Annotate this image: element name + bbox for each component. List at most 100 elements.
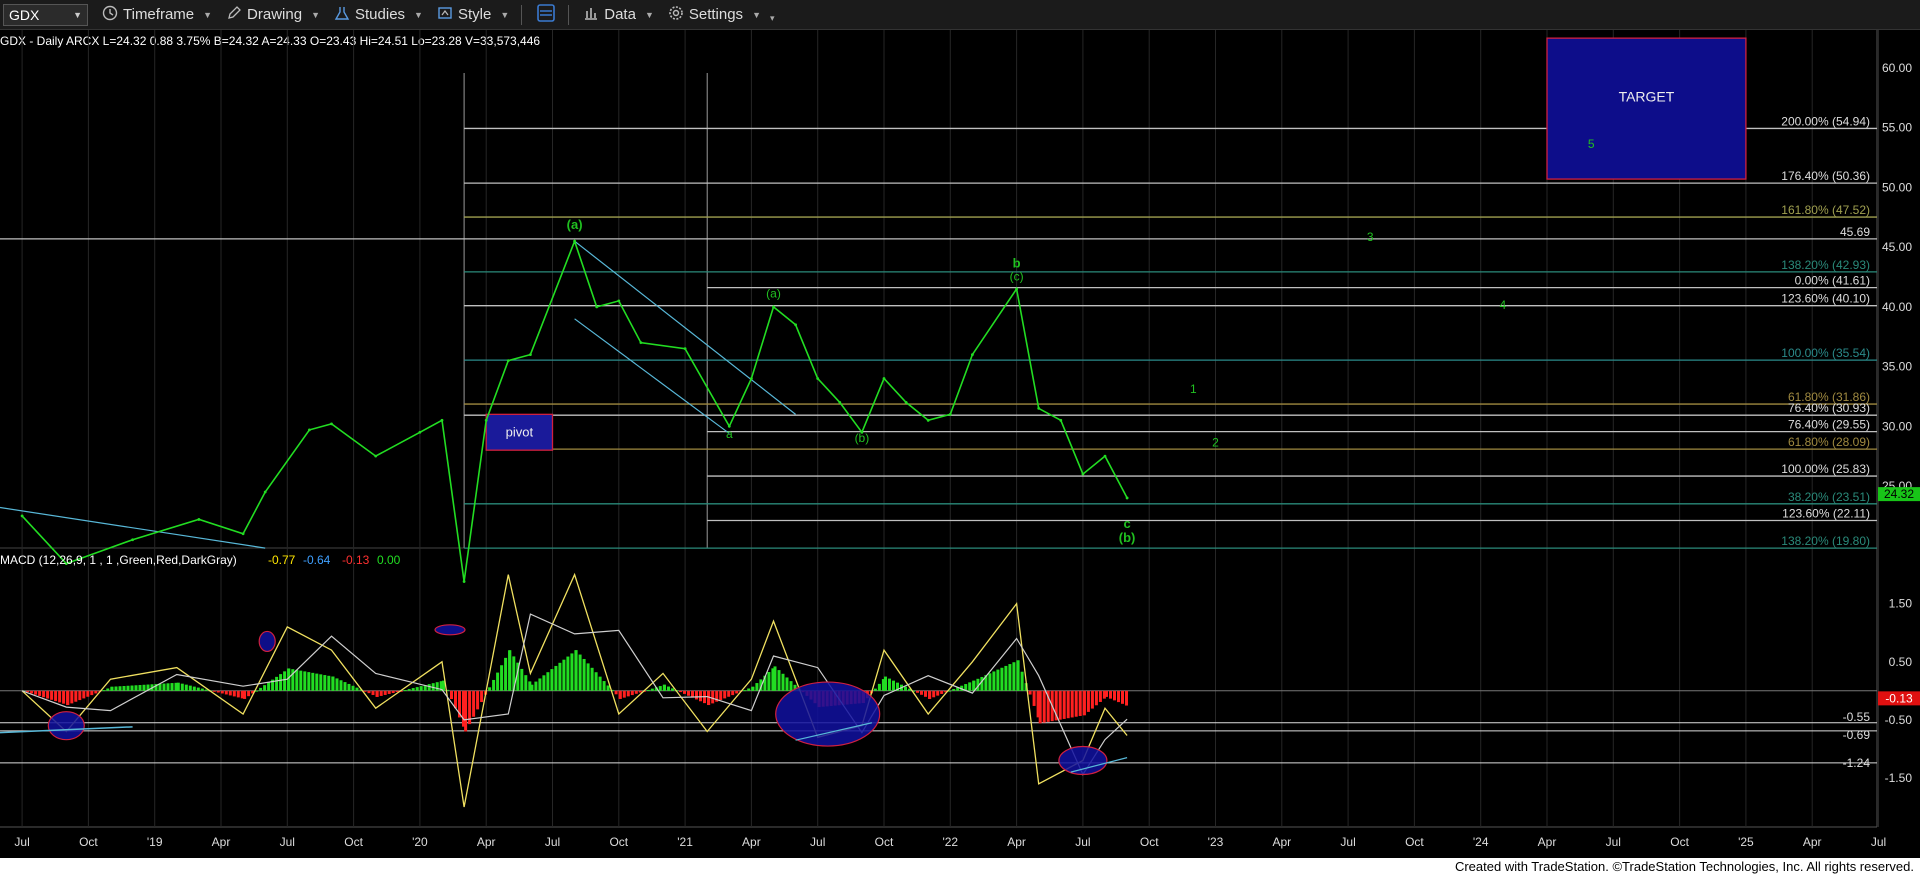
time-tick-label: Oct bbox=[609, 835, 628, 849]
macd-hist-bar bbox=[767, 672, 771, 691]
macd-hist-bar bbox=[118, 686, 122, 691]
macd-hist-bar bbox=[1125, 690, 1128, 706]
macd-hist-bar bbox=[391, 690, 395, 693]
macd-hist-bar bbox=[162, 683, 166, 691]
chevron-down-icon: ▼ bbox=[73, 9, 82, 20]
macd-hist-bar bbox=[86, 690, 90, 697]
macd-hist-bar bbox=[74, 690, 78, 702]
layout-button[interactable] bbox=[536, 3, 556, 27]
macd-hist-bar bbox=[1105, 690, 1108, 697]
macd-hist-bar bbox=[534, 681, 538, 691]
macd-hist-bar bbox=[550, 669, 554, 691]
studies-button[interactable]: Studies ▼ bbox=[334, 5, 423, 25]
macd-hist-bar bbox=[777, 670, 781, 691]
macd-hist-bar bbox=[212, 690, 216, 692]
macd-hist-bar bbox=[992, 671, 996, 691]
drawing-button[interactable]: Drawing ▼ bbox=[226, 5, 320, 25]
timeframe-button[interactable]: Timeframe ▼ bbox=[102, 5, 212, 25]
macd-hist-bar bbox=[94, 690, 98, 694]
macd-hist-bar bbox=[582, 658, 586, 691]
macd-hist-bar bbox=[538, 678, 542, 691]
macd-hist-bar bbox=[122, 686, 126, 691]
macd-hist-bar bbox=[719, 690, 723, 701]
price-point bbox=[1015, 287, 1018, 291]
macd-hist-bar bbox=[62, 690, 66, 704]
macd-hist-bar bbox=[243, 690, 247, 699]
macd-hist-bar bbox=[1028, 690, 1032, 695]
fib-level-label: 0.00% (41.61) bbox=[1795, 274, 1870, 288]
macd-hist-bar bbox=[307, 672, 311, 691]
macd-hist-bar bbox=[524, 675, 528, 691]
macd-hist-bar bbox=[634, 690, 638, 694]
macd-hist-bar bbox=[723, 690, 727, 699]
macd-hist-bar bbox=[727, 690, 731, 697]
macd-hist-bar bbox=[367, 690, 371, 694]
price-chart[interactable]: GDX - Daily ARCX L=24.32 0.88 3.75% B=24… bbox=[0, 30, 1920, 875]
macd-hist-bar bbox=[220, 690, 224, 694]
macd-hist-bar bbox=[996, 669, 1000, 691]
price-point bbox=[308, 428, 311, 432]
macd-hist-bar bbox=[267, 682, 271, 691]
time-tick-label: Oct bbox=[79, 835, 98, 849]
macd-hist-bar bbox=[920, 690, 923, 695]
fib-level-label: 161.80% (47.52) bbox=[1781, 203, 1870, 217]
price-point bbox=[263, 490, 267, 494]
pen-icon bbox=[226, 5, 242, 25]
price-line bbox=[21, 238, 1128, 582]
macd-hist-bar bbox=[1004, 665, 1008, 691]
macd-hist-bar bbox=[695, 690, 698, 700]
macd-tick-label: -1.50 bbox=[1885, 771, 1913, 785]
macd-hist-bar bbox=[940, 690, 944, 694]
macd-hist-bar bbox=[30, 690, 34, 694]
symbol-selector[interactable]: GDX ▼ bbox=[3, 3, 88, 26]
data-button[interactable]: Data ▼ bbox=[583, 5, 654, 25]
macd-hist-bar bbox=[1113, 690, 1116, 701]
macd-signal-line bbox=[21, 613, 1128, 776]
macd-hist-bar bbox=[618, 690, 622, 699]
style-button[interactable]: Style ▼ bbox=[437, 5, 509, 25]
price-point bbox=[617, 299, 621, 303]
macd-hist-bar bbox=[138, 685, 142, 691]
macd-hist-bar bbox=[363, 690, 367, 692]
price-point bbox=[1103, 454, 1107, 458]
time-tick-label: Apr bbox=[742, 835, 761, 849]
price-tick-label: 45.00 bbox=[1882, 240, 1912, 254]
symbol-text: GDX bbox=[9, 6, 40, 23]
macd-hist-bar bbox=[66, 690, 70, 706]
time-tick-label: Oct bbox=[344, 835, 363, 849]
time-tick-label: Apr bbox=[477, 835, 496, 849]
settings-button[interactable]: Settings ▼ ▾ bbox=[668, 5, 775, 25]
macd-hist-bar bbox=[472, 690, 476, 717]
price-point bbox=[131, 538, 135, 542]
time-tick-label: Apr bbox=[1007, 835, 1026, 849]
macd-hist-bar bbox=[339, 680, 343, 691]
price-point bbox=[1059, 418, 1063, 422]
macd-hist-bar bbox=[924, 690, 927, 697]
divergence-ellipse bbox=[434, 624, 466, 636]
wave-label: b bbox=[1013, 255, 1021, 270]
price-point bbox=[484, 418, 488, 422]
chevron-down-icon: ▼ bbox=[500, 9, 510, 20]
macd-hist-bar bbox=[90, 690, 94, 696]
price-point bbox=[816, 377, 820, 380]
macd-hist-bar bbox=[574, 650, 578, 691]
price-point bbox=[506, 359, 510, 362]
macd-hist-bar bbox=[450, 690, 453, 700]
macd-hist-bar bbox=[311, 672, 315, 691]
macd-hist-bar bbox=[192, 686, 196, 691]
macd-hist-bar bbox=[415, 687, 419, 691]
macd-ref-label: -0.55 bbox=[1843, 710, 1871, 724]
macd-hist-bar bbox=[42, 690, 46, 698]
macd-hist-bar bbox=[566, 656, 570, 691]
macd-hist-bar bbox=[303, 671, 307, 691]
studies-label: Studies bbox=[355, 6, 406, 23]
macd-hist-bar bbox=[224, 690, 228, 695]
time-tick-label: Jul bbox=[14, 835, 29, 849]
time-tick-label: '24 bbox=[1473, 835, 1489, 849]
price-point bbox=[529, 353, 532, 357]
macd-hist-value: -0.13 bbox=[342, 553, 370, 567]
chevron-down-icon: ▼ bbox=[752, 9, 761, 20]
fib-level-label: 76.40% (29.55) bbox=[1788, 418, 1870, 432]
chart-area[interactable]: GDX - Daily ARCX L=24.32 0.88 3.75% B=24… bbox=[0, 30, 1920, 875]
macd-hist-bar bbox=[34, 690, 38, 695]
